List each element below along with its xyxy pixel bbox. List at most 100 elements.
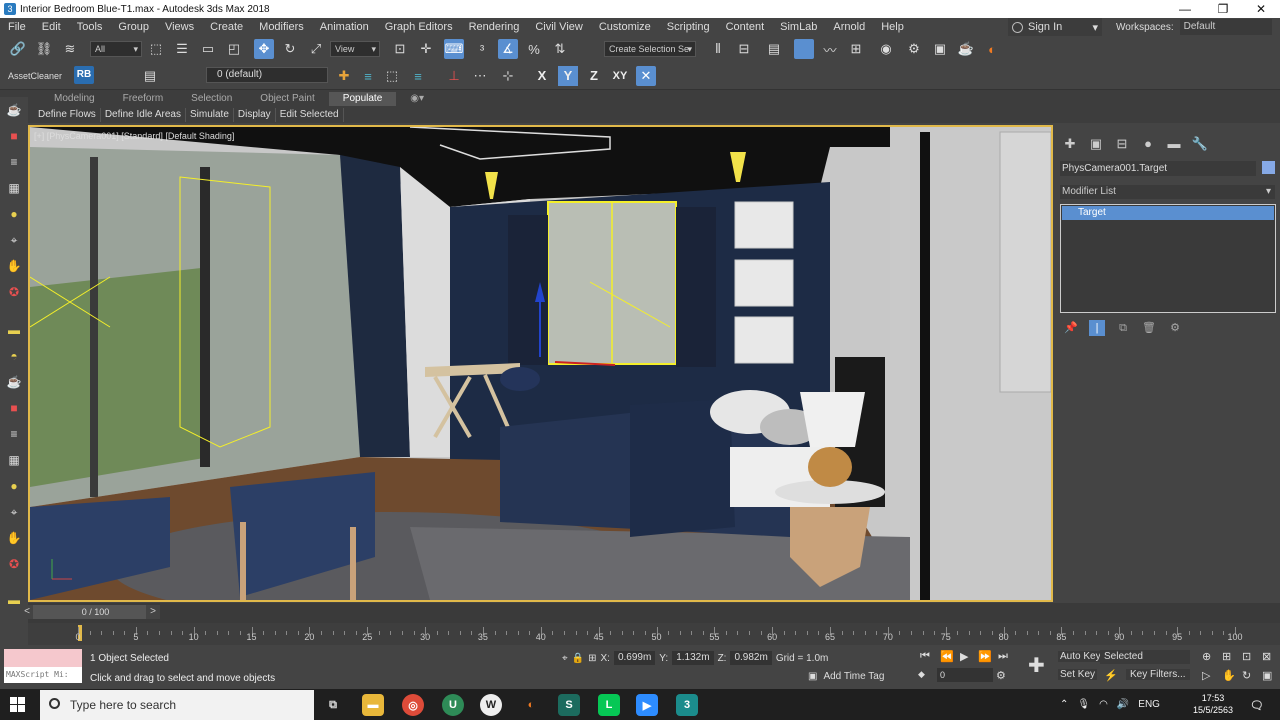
transform-gizmo-icon[interactable]: ⊹: [498, 66, 518, 86]
key-filter-icon[interactable]: ⚡: [1104, 669, 1118, 682]
configure-sets-icon[interactable]: ⚙: [1167, 320, 1183, 336]
menu-views[interactable]: Views: [157, 18, 202, 36]
prev-frame-button[interactable]: <: [20, 605, 34, 619]
blender-taskbar-icon[interactable]: ◐: [520, 694, 542, 716]
menu-file[interactable]: File: [0, 18, 34, 36]
spinner-snap-icon[interactable]: ⇅: [550, 39, 570, 59]
material-editor-icon[interactable]: ◉: [876, 39, 896, 59]
add-to-layer-icon[interactable]: ≡: [358, 66, 378, 86]
hierarchy-tab-icon[interactable]: ⊟: [1113, 135, 1131, 153]
minimize-button[interactable]: —: [1166, 0, 1204, 18]
systems2-icon[interactable]: ✪: [5, 555, 23, 573]
maximize-button[interactable]: ❐: [1204, 0, 1242, 18]
utilities-tab-icon[interactable]: 🔧: [1191, 135, 1209, 153]
axis-z-button[interactable]: Z: [584, 66, 604, 86]
display-button[interactable]: Display: [234, 108, 276, 122]
maxscript-listener[interactable]: [4, 649, 82, 667]
task-view-icon[interactable]: ⧉: [322, 694, 344, 716]
hand-icon[interactable]: ✋: [5, 529, 23, 547]
next-key-icon[interactable]: ⏩: [978, 650, 992, 663]
remove-modifier-icon[interactable]: 🗑: [1141, 320, 1157, 336]
wifi-icon[interactable]: ◠: [1099, 699, 1108, 710]
helper-icon[interactable]: ⌖: [5, 231, 23, 249]
language-indicator[interactable]: ENG: [1138, 699, 1160, 710]
light2-icon[interactable]: ●: [5, 477, 23, 495]
link-icon[interactable]: 🔗: [8, 39, 28, 59]
lock-icon[interactable]: 🔒: [572, 653, 584, 664]
zoom-app-icon[interactable]: ▶: [636, 694, 658, 716]
go-to-start-icon[interactable]: ⏮: [920, 650, 930, 663]
select-manipulate-icon[interactable]: ✛: [416, 39, 436, 59]
render-production-icon[interactable]: ☕: [956, 39, 976, 59]
maximize-viewport-icon[interactable]: ▣: [1262, 669, 1272, 682]
sketchup-icon[interactable]: S: [558, 694, 580, 716]
tab-object-paint[interactable]: Object Paint: [246, 92, 328, 106]
walkthrough-icon[interactable]: ✋: [1222, 669, 1236, 682]
menu-animation[interactable]: Animation: [312, 18, 377, 36]
prev-key-icon[interactable]: ⏪: [940, 650, 954, 663]
z-coordinate[interactable]: 0.982m: [730, 651, 772, 665]
menu-tools[interactable]: Tools: [69, 18, 111, 36]
tab-selection[interactable]: Selection: [177, 92, 246, 106]
time-slider-thumb[interactable]: 0 / 100: [33, 605, 158, 619]
sphere-icon[interactable]: ◓: [5, 347, 23, 365]
align-icon[interactable]: ⊟: [734, 39, 754, 59]
keyboard-shortcut-icon[interactable]: ⌨: [444, 39, 464, 59]
list2-icon[interactable]: ≡: [5, 425, 23, 443]
ribbon-options-icon[interactable]: ◉▾: [396, 92, 438, 106]
tab-modeling[interactable]: Modeling: [40, 92, 109, 106]
axis-xy-button[interactable]: XY: [608, 66, 632, 86]
layer-dropdown[interactable]: 0 (default): [206, 67, 328, 83]
zoom-extents-icon[interactable]: ⊡: [1242, 650, 1251, 663]
tab-freeform[interactable]: Freeform: [109, 92, 178, 106]
axis-x-button[interactable]: X: [532, 66, 552, 86]
reference-coord-dropdown[interactable]: View: [330, 41, 380, 57]
next-frame-button[interactable]: >: [146, 605, 160, 619]
menu-graph-editors[interactable]: Graph Editors: [377, 18, 461, 36]
select-by-name-icon[interactable]: ☰: [172, 39, 192, 59]
menu-civil-view[interactable]: Civil View: [527, 18, 590, 36]
viewport-label[interactable]: [+] [PhysCamera001] [Standard] [Default …: [34, 131, 234, 141]
select-object-icon[interactable]: ⬚: [146, 39, 166, 59]
menu-edit[interactable]: Edit: [34, 18, 69, 36]
window-crossing-icon[interactable]: ◰: [224, 39, 244, 59]
unlink-icon[interactable]: ⛓: [34, 39, 54, 59]
list-icon[interactable]: ≡: [5, 153, 23, 171]
app-u-icon[interactable]: U: [442, 694, 464, 716]
current-frame-field[interactable]: 0: [937, 668, 993, 682]
x-coordinate[interactable]: 0.699m: [613, 651, 656, 665]
constraint-icon[interactable]: ⊥: [444, 66, 464, 86]
define-flows-button[interactable]: Define Flows: [34, 108, 101, 122]
selection-filter-dropdown[interactable]: All: [90, 41, 142, 57]
shape-icon[interactable]: ■: [5, 399, 23, 417]
create-tab-icon[interactable]: ✚: [1061, 135, 1079, 153]
systems-icon[interactable]: ✪: [5, 283, 23, 301]
teapot-small-icon[interactable]: ☕: [5, 373, 23, 391]
menu-arnold[interactable]: Arnold: [825, 18, 873, 36]
tray-chevron-icon[interactable]: ⌃: [1060, 699, 1068, 710]
grid2-icon[interactable]: ▦: [5, 451, 23, 469]
select-scale-icon[interactable]: ⤢: [306, 39, 326, 59]
menu-simlab[interactable]: SimLab: [772, 18, 825, 36]
snap-options-icon[interactable]: ⋯: [470, 66, 490, 86]
angle-snap-icon[interactable]: ∡: [498, 39, 518, 59]
system-clock[interactable]: 17:53 15/5/2563: [1190, 692, 1236, 716]
plane-icon[interactable]: ▬: [5, 321, 23, 339]
set-current-layer-icon[interactable]: ≡: [408, 66, 428, 86]
sign-in-dropdown[interactable]: Sign In ▾: [1008, 18, 1102, 36]
line-icon[interactable]: L: [598, 694, 620, 716]
y-coordinate[interactable]: 1.132m: [672, 651, 714, 665]
close-button[interactable]: ✕: [1242, 0, 1280, 18]
rendered-frame-icon[interactable]: ▣: [930, 39, 950, 59]
menu-rendering[interactable]: Rendering: [461, 18, 528, 36]
named-selection-dropdown[interactable]: Create Selection Se: [604, 41, 696, 57]
volume-icon[interactable]: 🔊: [1117, 699, 1129, 710]
simulate-button[interactable]: Simulate: [186, 108, 234, 122]
add-time-tag[interactable]: ▣ Add Time Tag: [808, 671, 884, 682]
orbit-icon[interactable]: ↻: [1242, 669, 1251, 682]
windows-start-icon[interactable]: [10, 697, 25, 712]
workspaces-dropdown[interactable]: Default: [1179, 19, 1272, 35]
light-icon[interactable]: ●: [5, 205, 23, 223]
time-slider[interactable]: < 0 / 100 >: [20, 603, 1280, 623]
modifier-list-dropdown[interactable]: Modifier List: [1060, 185, 1275, 199]
